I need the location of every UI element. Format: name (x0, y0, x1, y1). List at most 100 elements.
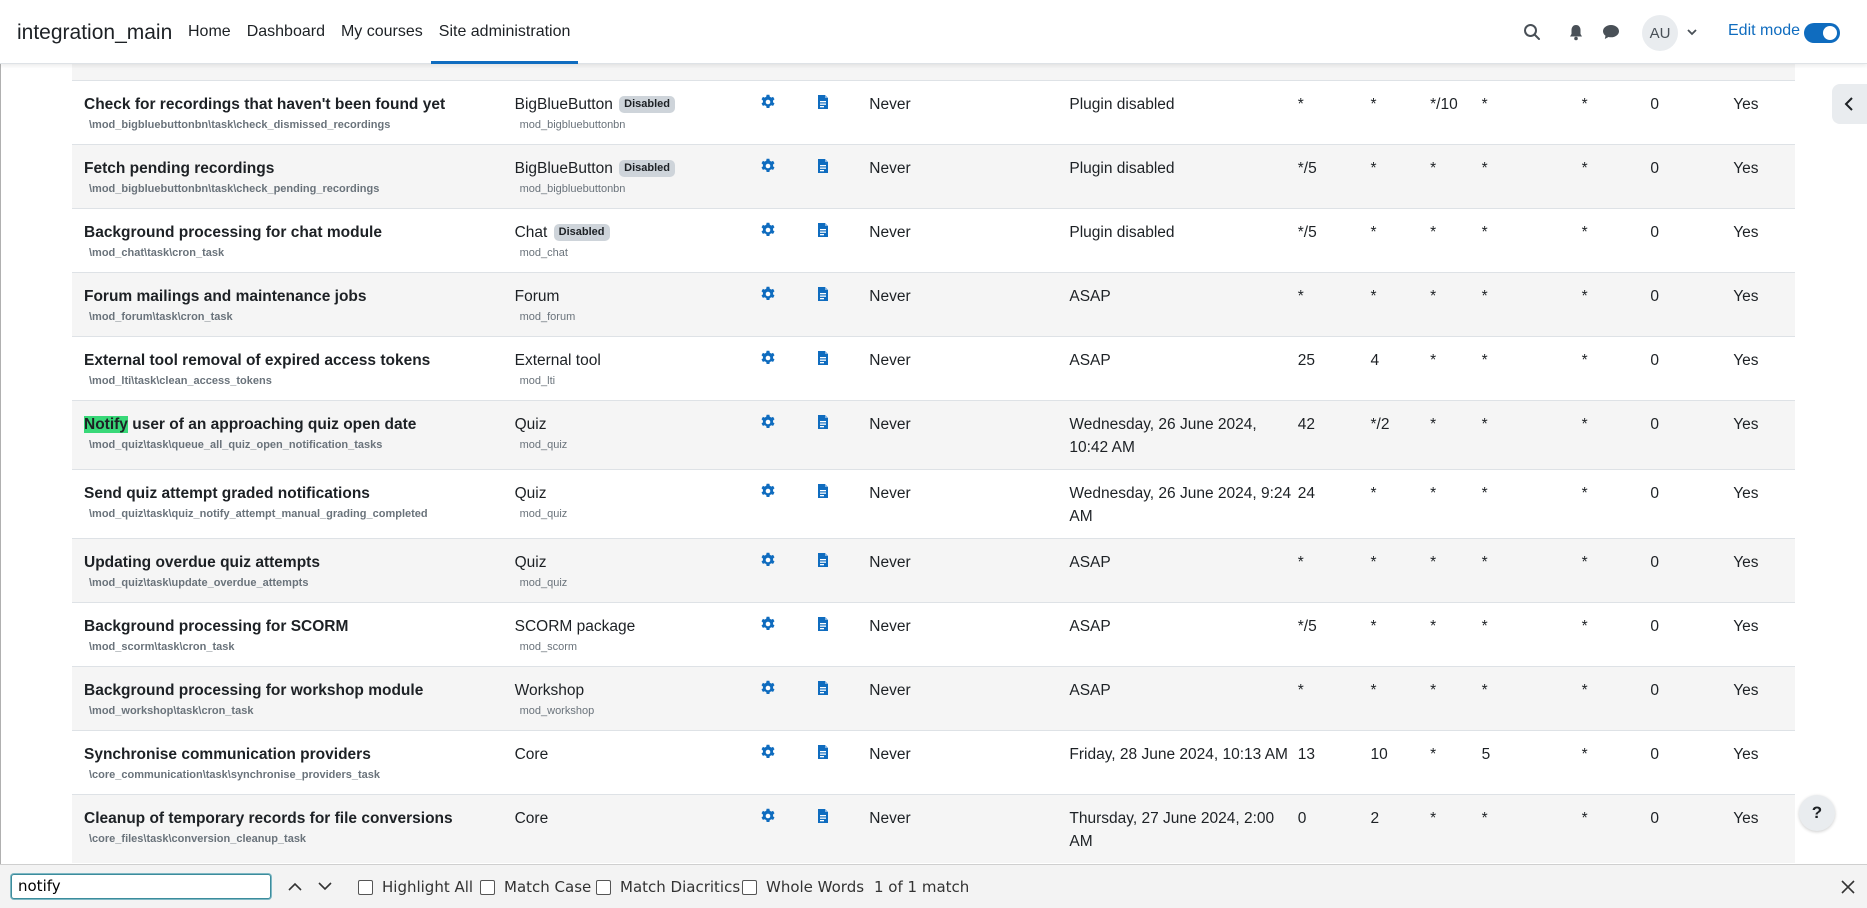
highlight-all-checkbox[interactable]: Highlight All (358, 878, 473, 896)
nav-my-courses[interactable]: My courses (333, 0, 431, 64)
help-button[interactable]: ? (1799, 795, 1835, 831)
last-run: Never (869, 729, 1070, 794)
gear-icon[interactable] (760, 414, 776, 433)
next-run: Plugin disabled (1069, 143, 1298, 208)
document-icon[interactable] (815, 94, 831, 113)
scheduled-tasks-region: Check for recordings that haven't been f… (0, 64, 1867, 864)
is-default: Yes (1733, 335, 1795, 400)
match-case-checkbox[interactable]: Match Case (480, 878, 591, 896)
user-avatar[interactable]: AU (1642, 15, 1678, 51)
is-default: Yes (1733, 665, 1795, 730)
gear-icon[interactable] (760, 808, 776, 827)
document-icon[interactable] (815, 483, 831, 502)
find-next-button[interactable] (316, 877, 334, 895)
document-icon[interactable] (815, 286, 831, 305)
table-row: Background processing for chat module \mo… (72, 207, 1795, 272)
table-body: Check for recordings that haven't been f… (72, 64, 1795, 863)
document-icon[interactable] (815, 808, 831, 827)
document-icon[interactable] (815, 350, 831, 369)
component-code: mod_bigbluebuttonbn (519, 118, 626, 131)
checkbox-label: Match Case (504, 878, 592, 896)
next-run: ASAP (1069, 271, 1298, 336)
whole-words-checkbox[interactable]: Whole Words (742, 878, 864, 896)
site-name[interactable]: integration_main (17, 21, 172, 45)
gear-icon[interactable] (760, 616, 776, 635)
document-icon[interactable] (815, 414, 831, 433)
find-input[interactable]: notify (11, 874, 271, 899)
nav-home[interactable]: Home (180, 0, 239, 64)
table-row: External tool removal of expired access … (72, 335, 1795, 400)
gear-icon[interactable] (760, 94, 776, 113)
gear-icon[interactable] (760, 286, 776, 305)
edit-mode-toggle[interactable] (1804, 23, 1840, 43)
schedule-month: * (1481, 399, 1582, 469)
schedule-month: * (1481, 207, 1582, 272)
task-name-cell: Background processing for chat module \mo… (72, 207, 515, 272)
schedule-day-of-week: * (1581, 207, 1651, 272)
bell-icon[interactable] (1564, 20, 1588, 44)
fail-delay: 0 (1650, 335, 1734, 400)
component-cell: BigBlueButton Disabled mod_bigbluebuttonb… (514, 79, 761, 144)
checkbox-label: Highlight All (382, 878, 474, 896)
last-run: Never (869, 601, 1070, 666)
task-name-text: Updating overdue quiz attempts (84, 553, 320, 571)
search-icon[interactable] (1520, 20, 1544, 44)
schedule-day-of-week: * (1581, 729, 1651, 794)
match-diacritics-checkbox[interactable]: Match Diacritics (596, 878, 740, 896)
gear-icon[interactable] (760, 744, 776, 763)
schedule-month: * (1481, 601, 1582, 666)
task-name-cell: Forum mailings and maintenance jobs \mod_… (72, 271, 515, 336)
document-icon[interactable] (815, 552, 831, 571)
primary-navigation: Home Dashboard My courses Site administr… (180, 0, 579, 64)
gear-icon[interactable] (760, 158, 776, 177)
document-icon[interactable] (815, 222, 831, 241)
fail-delay: 0 (1650, 793, 1734, 863)
gear-icon[interactable] (760, 222, 776, 241)
schedule-hour: * (1370, 271, 1431, 336)
chat-icon[interactable] (1599, 20, 1623, 44)
document-icon[interactable] (815, 158, 831, 177)
component-code: mod_quiz (519, 576, 568, 589)
open-drawer-button[interactable] (1832, 84, 1867, 124)
task-name-cell: Synchronise communication providers \core… (72, 729, 515, 794)
component-name: External tool (514, 351, 601, 369)
nav-site-administration[interactable]: Site administration (430, 0, 579, 64)
schedule-day: * (1430, 271, 1482, 336)
schedule-day-of-week: * (1581, 468, 1651, 538)
schedule-hour: * (1370, 665, 1431, 730)
last-run: Never (869, 335, 1070, 400)
document-icon[interactable] (815, 616, 831, 635)
component-cell: Quiz mod_quiz (514, 537, 761, 602)
gear-icon[interactable] (760, 350, 776, 369)
task-name-cell: Cleanup of temporary records for file co… (72, 793, 515, 863)
table-row: Updating overdue quiz attempts \mod_quiz\… (72, 537, 1795, 602)
gear-icon[interactable] (760, 680, 776, 699)
is-default: Yes (1733, 79, 1795, 144)
gear-icon[interactable] (760, 483, 776, 502)
chevron-down-icon[interactable] (1680, 20, 1704, 44)
task-name-cell: Notify user of an approaching quiz open … (72, 399, 515, 469)
component-cell: External tool mod_lti (514, 335, 761, 400)
find-previous-button[interactable] (286, 877, 304, 895)
close-icon[interactable] (1838, 877, 1858, 897)
task-name-text: Background processing for workshop modul… (84, 681, 424, 699)
edit-task-cell (760, 793, 815, 863)
document-icon[interactable] (815, 680, 831, 699)
component-cell: Core (514, 729, 761, 794)
schedule-month: * (1481, 468, 1582, 538)
is-default: Yes (1733, 537, 1795, 602)
is-default: Yes (1733, 729, 1795, 794)
checkbox-box (480, 879, 495, 895)
schedule-minute: */5 (1297, 143, 1371, 208)
is-default: Yes (1733, 143, 1795, 208)
nav-dashboard[interactable]: Dashboard (239, 0, 333, 64)
task-name: Check for recordings that haven't been f… (84, 93, 515, 116)
schedule-hour: * (1370, 601, 1431, 666)
next-run: Plugin disabled (1069, 79, 1298, 144)
next-run: ASAP (1069, 537, 1298, 602)
last-run: Never (869, 271, 1070, 336)
gear-icon[interactable] (760, 552, 776, 571)
schedule-day-of-week: * (1581, 79, 1651, 144)
fail-delay: 0 (1650, 537, 1734, 602)
document-icon[interactable] (815, 744, 831, 763)
